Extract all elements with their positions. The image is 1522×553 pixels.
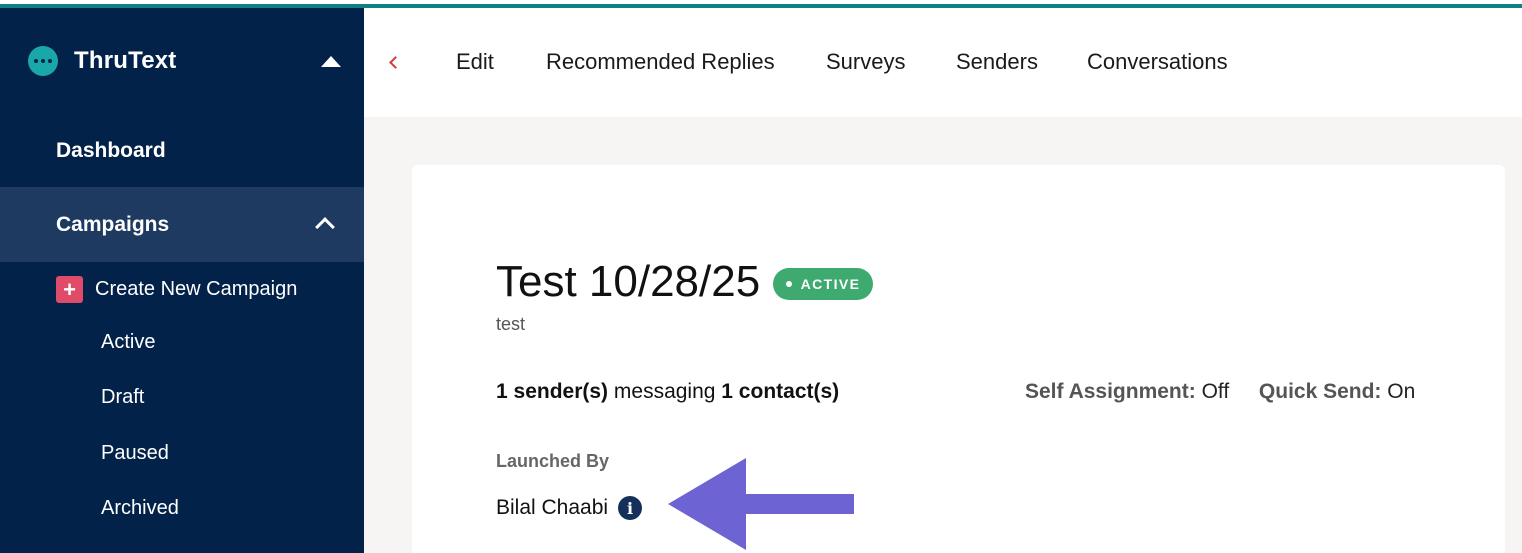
messaging-text: messaging	[613, 380, 716, 403]
launched-by-name: Bilal Chaabi	[496, 496, 609, 519]
status-badge-label: ACTIVE	[800, 276, 861, 292]
info-icon[interactable]: i	[618, 496, 643, 520]
thrutext-logo-icon	[28, 46, 58, 76]
tab-recommended-replies[interactable]: Recommended Replies	[546, 49, 775, 75]
chevron-up-icon	[315, 217, 335, 237]
sidebar-item-archived[interactable]: Archived	[101, 497, 179, 520]
contact-count: 1 contact(s)	[721, 380, 840, 403]
plus-icon: +	[56, 276, 83, 303]
tab-senders[interactable]: Senders	[956, 49, 1038, 75]
sidebar-item-paused[interactable]: Paused	[101, 442, 169, 465]
launched-by: Bilal Chaabi i	[496, 496, 643, 520]
sidebar-item-label: Campaigns	[56, 212, 170, 236]
campaign-card: Test 10/28/25 ACTIVE test 1 sender(s) me…	[412, 165, 1505, 553]
campaign-summary: 1 sender(s) messaging 1 contact(s)	[496, 380, 839, 404]
sidebar: ThruText Dashboard Campaigns + Create Ne…	[0, 8, 364, 553]
top-accent-bar	[0, 0, 1522, 8]
sidebar-item-label: Dashboard	[56, 139, 166, 162]
caret-up-icon[interactable]	[321, 56, 341, 67]
sidebar-item-active[interactable]: Active	[101, 331, 155, 354]
brand[interactable]: ThruText	[28, 46, 177, 76]
sidebar-item-campaigns[interactable]: Campaigns	[0, 187, 364, 262]
sender-count: 1 sender(s)	[496, 380, 609, 403]
arrow-left-icon	[668, 458, 854, 550]
self-assignment-value: Off	[1201, 380, 1230, 403]
quick-send-label: Quick Send:	[1258, 380, 1382, 403]
tab-conversations[interactable]: Conversations	[1087, 49, 1228, 75]
campaign-description: test	[496, 314, 526, 334]
launched-by-label: Launched By	[496, 451, 610, 471]
brand-name: ThruText	[74, 47, 177, 74]
self-assignment-label: Self Assignment:	[1025, 380, 1196, 403]
status-badge: ACTIVE	[773, 268, 873, 300]
campaign-title: Test 10/28/25	[496, 257, 761, 306]
create-new-campaign-label: Create New Campaign	[95, 278, 298, 300]
campaign-tabs-bar: Edit Recommended Replies Surveys Senders…	[364, 8, 1522, 117]
create-new-campaign-link[interactable]: + Create New Campaign	[56, 276, 297, 303]
sidebar-item-dashboard[interactable]: Dashboard	[0, 118, 364, 184]
status-dot-icon	[785, 281, 792, 287]
sidebar-item-draft[interactable]: Draft	[101, 386, 144, 409]
tab-edit[interactable]: Edit	[456, 49, 494, 75]
quick-send-value: On	[1387, 380, 1416, 403]
tab-surveys[interactable]: Surveys	[826, 49, 905, 75]
chevron-left-icon[interactable]	[389, 56, 402, 69]
campaign-settings: Self Assignment: Off Quick Send: On	[1025, 380, 1415, 404]
